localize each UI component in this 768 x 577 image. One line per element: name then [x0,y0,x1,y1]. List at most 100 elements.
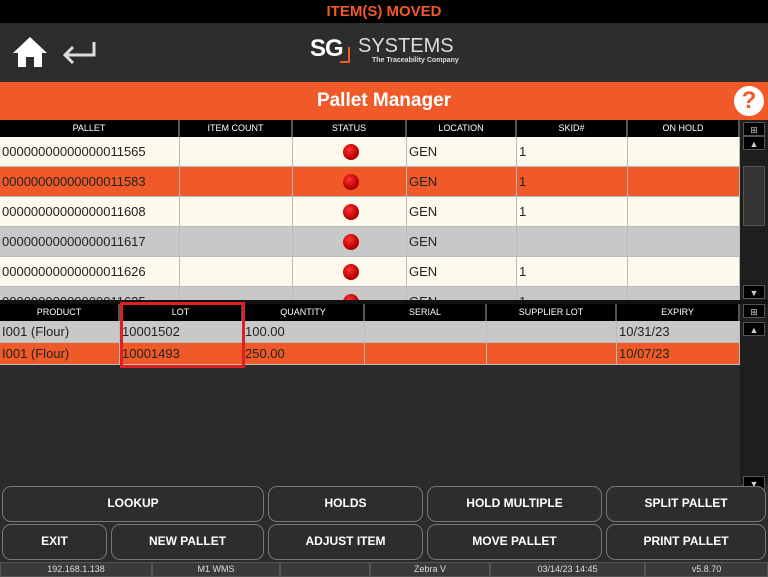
column-chooser-icon[interactable]: ⊞ [743,122,765,136]
status-red-icon [342,173,359,190]
cell-pallet: 00000000000000011583 [0,167,180,197]
column-header-product[interactable]: PRODUCT [0,304,120,321]
status-datetime: 03/14/23 14:45 [490,562,645,577]
print-pallet-button[interactable]: PRINT PALLET [606,524,766,560]
cell-expiry: 10/07/23 [617,343,740,365]
cell-item-count [180,197,293,227]
pallet-scrollbar[interactable]: ⊞ ▲ ▼ [740,120,768,300]
page-title-bar: Pallet Manager ? [0,82,768,120]
status-red-icon [342,233,359,250]
cell-location: GEN [407,287,517,300]
cell-item-count [180,167,293,197]
table-row[interactable]: I001 (Flour) 10001493 250.00 10/07/23 [0,343,740,365]
table-row[interactable]: I001 (Flour) 10001502 100.00 10/31/23 [0,321,740,343]
cell-skid: 1 [517,257,628,287]
back-arrow-icon[interactable] [60,40,98,66]
column-header-location[interactable]: LOCATION [407,120,517,137]
cell-item-count [180,257,293,287]
table-row[interactable]: 00000000000000011608 GEN 1 [0,197,740,227]
scroll-up-button[interactable]: ▲ [743,322,765,336]
cell-skid: 1 [517,197,628,227]
table-row[interactable]: 00000000000000011617 GEN [0,227,740,257]
alert-banner: ITEM(S) MOVED [0,0,768,23]
cell-location: GEN [407,137,517,167]
status-module: M1 WMS [152,562,280,577]
scroll-down-button[interactable]: ▼ [743,285,765,299]
cell-skid [517,227,628,257]
status-version: v5.8.70 [645,562,768,577]
logo: SG SYSTEMS The Traceability Company [310,35,459,64]
cell-status [293,287,407,300]
column-header-on-hold[interactable]: ON HOLD [628,120,740,137]
cell-status [293,137,407,167]
item-table: PRODUCT LOT QUANTITY SERIAL SUPPLIER LOT EXPI… [0,304,740,484]
adjust-item-button[interactable]: ADJUST ITEM [268,524,423,560]
lot-highlight-box [120,302,245,368]
split-pallet-button[interactable]: SPLIT PALLET [606,486,766,522]
column-header-quantity[interactable]: QUANTITY [243,304,365,321]
cell-on-hold [628,257,740,287]
cell-quantity: 250.00 [243,343,365,365]
column-header-skid[interactable]: SKID# [517,120,628,137]
cell-status [293,227,407,257]
status-ip: 192.168.1.138 [0,562,152,577]
column-header-supplier-lot[interactable]: SUPPLIER LOT [487,304,617,321]
cell-skid: 1 [517,167,628,197]
cell-pallet: 00000000000000011635 [0,287,180,300]
cell-supplier-lot [487,343,617,365]
cell-on-hold [628,197,740,227]
cell-pallet: 00000000000000011617 [0,227,180,257]
header: SG SYSTEMS The Traceability Company [0,23,768,82]
cell-item-count [180,137,293,167]
cell-skid: 1 [517,287,628,300]
cell-on-hold [628,227,740,257]
move-pallet-button[interactable]: MOVE PALLET [427,524,602,560]
holds-button[interactable]: HOLDS [268,486,423,522]
cell-expiry: 10/31/23 [617,321,740,343]
column-chooser-icon[interactable]: ⊞ [743,304,765,318]
cell-serial [365,321,487,343]
cell-on-hold [628,167,740,197]
cell-item-count [180,227,293,257]
home-icon[interactable] [12,36,48,68]
cell-supplier-lot [487,321,617,343]
column-header-item-count[interactable]: ITEM COUNT [180,120,293,137]
table-row[interactable]: 00000000000000011565 GEN 1 [0,137,740,167]
cell-on-hold [628,137,740,167]
scroll-up-button[interactable]: ▲ [743,136,765,150]
cell-pallet: 00000000000000011565 [0,137,180,167]
status-red-icon [342,143,359,160]
cell-status [293,167,407,197]
cell-location: GEN [407,167,517,197]
cell-location: GEN [407,227,517,257]
logo-name: SYSTEMS [358,35,454,57]
column-header-pallet[interactable]: PALLET [0,120,180,137]
new-pallet-button[interactable]: NEW PALLET [111,524,264,560]
table-row[interactable]: 00000000000000011635 GEN1 [0,287,740,300]
lookup-button[interactable]: LOOKUP [2,486,264,522]
table-row[interactable]: 00000000000000011626 GEN 1 [0,257,740,287]
cell-product: I001 (Flour) [0,321,120,343]
table-row[interactable]: 00000000000000011583 GEN 1 [0,167,740,197]
cell-pallet: 00000000000000011608 [0,197,180,227]
cell-location: GEN [407,197,517,227]
page-title: Pallet Manager [316,90,452,111]
logo-tagline: The Traceability Company [372,57,459,64]
scroll-thumb[interactable] [743,166,765,226]
column-header-status[interactable]: STATUS [293,120,407,137]
cell-pallet: 00000000000000011626 [0,257,180,287]
cell-skid: 1 [517,137,628,167]
exit-button[interactable]: EXIT [2,524,107,560]
logo-mark: SG [310,35,344,62]
cell-status [293,257,407,287]
hold-multiple-button[interactable]: HOLD MULTIPLE [427,486,602,522]
item-scrollbar[interactable]: ⊞ ▲ ▼ [740,304,768,490]
column-header-serial[interactable]: SERIAL [365,304,487,321]
status-red-icon [342,203,359,220]
cell-on-hold [628,287,740,300]
help-icon[interactable]: ? [734,86,764,116]
cell-quantity: 100.00 [243,321,365,343]
column-header-expiry[interactable]: EXPIRY [617,304,740,321]
cell-serial [365,343,487,365]
cell-location: GEN [407,257,517,287]
